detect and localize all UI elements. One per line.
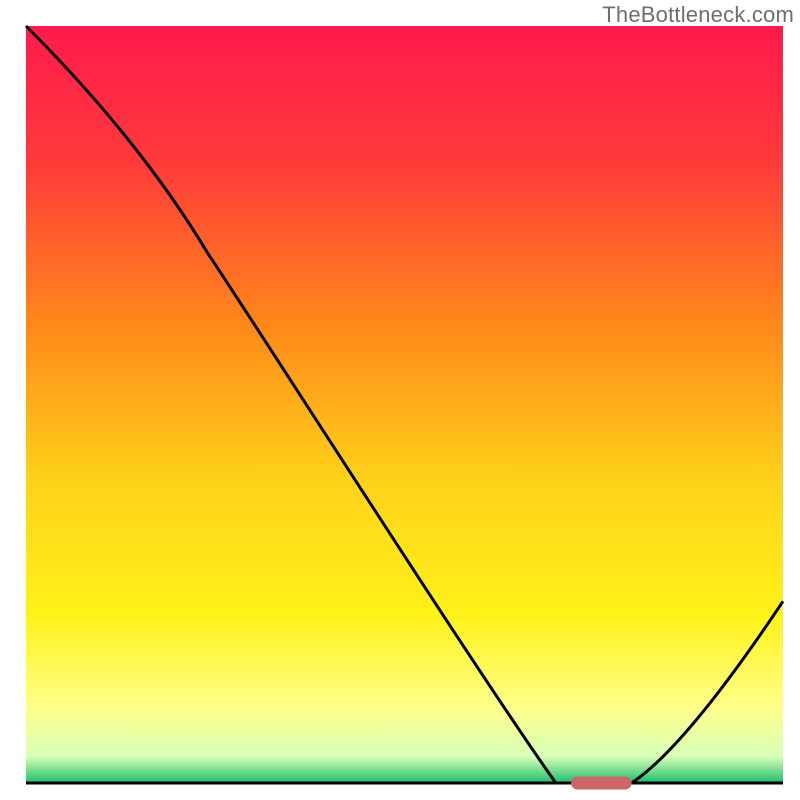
- optimal-marker: [571, 777, 632, 790]
- chart-container: TheBottleneck.com: [0, 0, 800, 800]
- bottleneck-chart: [0, 0, 800, 800]
- watermark-text: TheBottleneck.com: [602, 2, 794, 28]
- plot-area: [26, 26, 783, 783]
